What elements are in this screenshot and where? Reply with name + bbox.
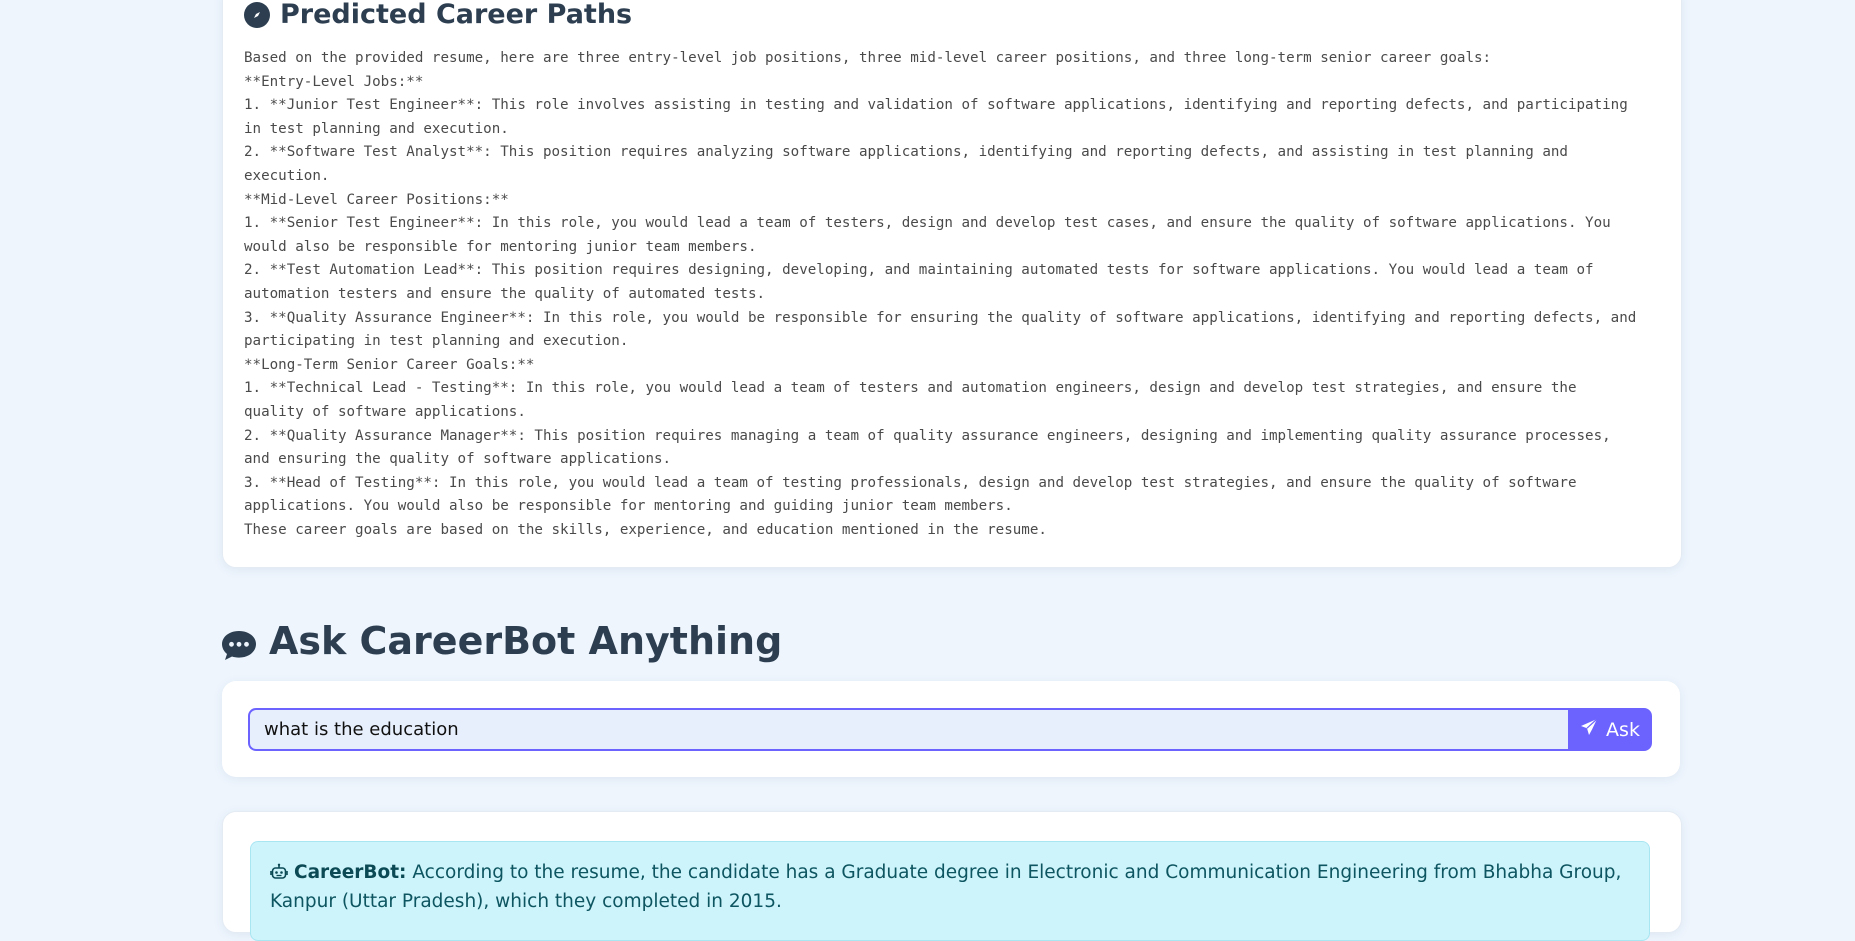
career-text-line: 2. **Quality Assurance Manager**: This p…	[244, 427, 1611, 444]
career-text-line: 2. **Test Automation Lead**: This positi…	[244, 262, 1594, 279]
career-text-line: 1. **Technical Lead - Testing**: In this…	[244, 380, 1577, 397]
career-text-line: **Long-Term Senior Career Goals:**	[244, 356, 535, 373]
compass-icon	[244, 2, 270, 28]
career-paths-title-text: Predicted Career Paths	[280, 0, 633, 30]
ask-button[interactable]: Ask	[1568, 708, 1652, 751]
answer-text: According to the resume, the candidate h…	[270, 862, 1622, 912]
career-text-line: participating in test planning and execu…	[244, 333, 629, 350]
career-paths-text: Based on the provided resume, here are t…	[244, 47, 1664, 542]
career-text-line: 1. **Junior Test Engineer**: This role i…	[244, 97, 1628, 114]
career-text-line: **Entry-Level Jobs:**	[244, 73, 424, 90]
ask-careerbot-heading: Ask CareerBot Anything	[221, 618, 782, 664]
career-text-line: quality of software applications.	[244, 403, 526, 420]
paper-plane-icon	[1580, 718, 1598, 741]
career-text-line: 3. **Head of Testing**: In this role, yo…	[244, 474, 1577, 491]
career-text-line: applications. You would also be responsi…	[244, 498, 1013, 515]
ask-button-label: Ask	[1606, 718, 1640, 741]
career-text-line: 3. **Quality Assurance Engineer**: In th…	[244, 309, 1637, 326]
robot-icon	[270, 863, 288, 889]
career-text-line: and ensuring the quality of software app…	[244, 451, 672, 468]
ask-careerbot-heading-text: Ask CareerBot Anything	[269, 619, 783, 663]
career-paths-title: Predicted Career Paths	[244, 0, 632, 30]
ask-form: Ask	[248, 708, 1652, 751]
question-input[interactable]	[248, 708, 1568, 751]
career-text-line: execution.	[244, 167, 330, 184]
career-text-line: automation testers and ensure the qualit…	[244, 285, 766, 302]
career-text-line: would also be responsible for mentoring …	[244, 238, 757, 255]
career-text-line: in test planning and execution.	[244, 120, 509, 137]
career-text-line: 1. **Senior Test Engineer**: In this rol…	[244, 215, 1611, 232]
bot-name: CareerBot:	[294, 862, 407, 883]
career-text-line: 2. **Software Test Analyst**: This posit…	[244, 144, 1568, 161]
career-text-line: These career goals are based on the skil…	[244, 521, 1047, 538]
career-text-line: **Mid-Level Career Positions:**	[244, 191, 509, 208]
answer-message: CareerBot: According to the resume, the …	[250, 841, 1650, 941]
chat-bubble-icon	[221, 625, 257, 660]
career-text-line: Based on the provided resume, here are t…	[244, 50, 1492, 66]
